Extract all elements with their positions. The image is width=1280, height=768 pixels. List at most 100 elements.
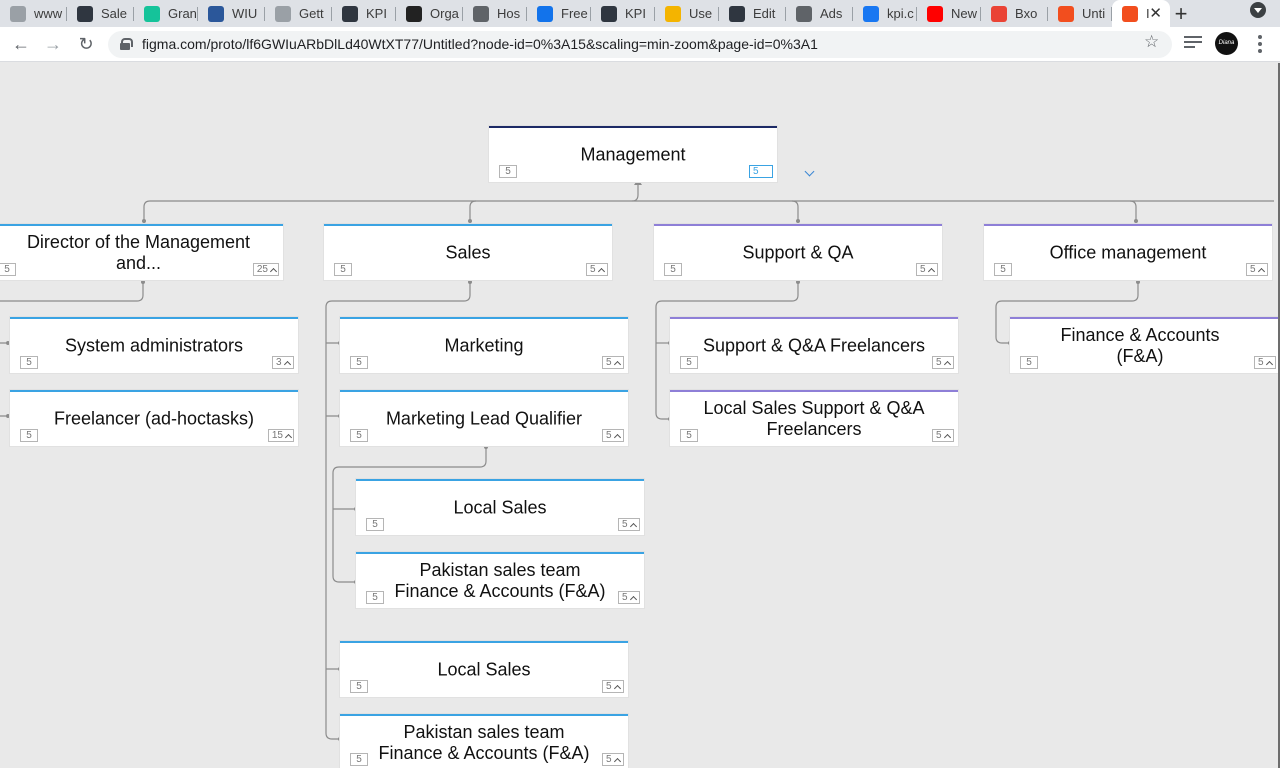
orgchart-icon <box>406 5 422 22</box>
member-count-badge: 5 <box>499 165 517 178</box>
tab-title: Unti <box>1082 6 1106 21</box>
browser-tab[interactable]: www <box>0 0 67 27</box>
org-node-pakistan-sales-team[interactable]: Pakistan sales team Finance & Accounts (… <box>340 714 628 768</box>
collapse-toggle[interactable]: 5 <box>586 263 608 276</box>
collapse-toggle[interactable]: 5 <box>932 429 954 442</box>
children-count: 15 <box>271 430 283 441</box>
chevron-up-icon <box>283 360 291 368</box>
org-node-director[interactable]: Director of the Management and... 5 25 <box>0 224 283 280</box>
member-count-badge: 5 <box>20 356 38 369</box>
member-count-badge: 5 <box>1020 356 1038 369</box>
collapse-toggle[interactable]: 5 <box>932 356 954 369</box>
chevron-up-icon <box>613 360 621 368</box>
children-count: 5 <box>1250 264 1256 275</box>
org-node-local-sales-nested[interactable]: Local Sales 5 5 <box>356 479 644 535</box>
collapse-toggle[interactable]: 5 <box>618 518 640 531</box>
org-node-root[interactable]: Management 5 5 <box>489 126 777 182</box>
tab-search-icon[interactable] <box>1250 2 1266 18</box>
chevron-up-icon <box>629 595 637 603</box>
browser-toolbar: ← → ↻ figma.com/proto/lf6GWIuARbDlLd40Wt… <box>0 27 1280 62</box>
browser-tab[interactable]: Bxo <box>981 0 1048 27</box>
generic-site-icon <box>10 5 26 22</box>
reading-list-icon[interactable] <box>1184 36 1202 50</box>
member-count-badge: 5 <box>0 263 16 276</box>
member-count-badge: 5 <box>680 429 698 442</box>
collapse-toggle[interactable]: 5 <box>602 429 624 442</box>
collapse-toggle[interactable]: 5 <box>1246 263 1268 276</box>
browser-tab[interactable]: Gran <box>134 0 198 27</box>
browser-tab[interactable]: Use <box>655 0 719 27</box>
member-count-badge: 5 <box>334 263 352 276</box>
org-node-marketing-lead-qualifier[interactable]: Marketing Lead Qualifier 5 5 <box>340 390 628 446</box>
browser-tab[interactable]: KPI <box>332 0 396 27</box>
chevron-up-icon <box>613 433 621 441</box>
collapse-toggle[interactable]: 5 <box>602 680 624 693</box>
node-title: Finance & Accounts (F&A) <box>1060 325 1220 366</box>
member-count-badge: 5 <box>350 356 368 369</box>
lock-icon[interactable] <box>120 38 133 50</box>
browser-tab[interactable]: Gett <box>265 0 332 27</box>
browser-tab[interactable]: Ads <box>786 0 853 27</box>
org-node-support-qa[interactable]: Support & QA 5 5 <box>654 224 942 280</box>
children-count-badge[interactable]: 5 <box>749 165 773 178</box>
children-count: 5 <box>753 166 759 177</box>
bookmark-star-icon[interactable]: ☆ <box>1144 32 1159 52</box>
collapse-toggle[interactable]: 5 <box>1254 356 1276 369</box>
org-node-finance-accounts[interactable]: Finance & Accounts (F&A) 5 5 <box>1010 317 1280 373</box>
member-count-badge: 5 <box>994 263 1012 276</box>
org-node-sales[interactable]: Sales 5 5 <box>324 224 612 280</box>
collapse-toggle[interactable]: 15 <box>267 429 294 442</box>
browser-tab[interactable]: WIU <box>198 0 265 27</box>
node-title: Pakistan sales team Finance & Accounts (… <box>378 722 590 763</box>
kpi-icon <box>729 5 745 22</box>
tab-title: Sale <box>101 6 128 21</box>
tab-title: Edit <box>753 6 776 21</box>
chrome-icon <box>473 5 489 22</box>
tab-title: Gett <box>299 6 324 21</box>
collapse-toggle[interactable]: 25 <box>252 263 279 276</box>
url-text[interactable]: figma.com/proto/lf6GWIuARbDlLd40WtXT77/U… <box>142 36 818 52</box>
member-count-badge: 5 <box>20 429 38 442</box>
browser-tab[interactable]: Edit <box>719 0 786 27</box>
node-title: Sales <box>445 242 491 263</box>
collapse-toggle[interactable]: 3 <box>272 356 294 369</box>
org-node-office-management[interactable]: Office management 5 5 <box>984 224 1272 280</box>
browser-tab[interactable]: Hos <box>463 0 527 27</box>
member-count-badge: 5 <box>680 356 698 369</box>
collapse-toggle[interactable]: 5 <box>916 263 938 276</box>
close-tab-icon[interactable]: ✕ <box>1149 4 1162 22</box>
profile-avatar[interactable]: Diana <box>1215 32 1238 55</box>
org-node-local-sales-support-freelancers[interactable]: Local Sales Support & Q&A Freelancers 5 … <box>670 390 958 446</box>
member-count-badge: 5 <box>350 680 368 693</box>
back-icon[interactable]: ← <box>8 31 34 57</box>
collapse-toggle[interactable]: 5 <box>602 753 624 766</box>
browser-tab[interactable]: Free <box>527 0 591 27</box>
children-count: 5 <box>606 430 612 441</box>
browser-tab[interactable]: Sale <box>67 0 134 27</box>
browser-tab[interactable]: I ✕ <box>1112 0 1170 27</box>
browser-tab[interactable]: kpi.c <box>853 0 917 27</box>
browser-menu-icon[interactable] <box>1258 35 1262 56</box>
org-node-pakistan-sales-team-nested[interactable]: Pakistan sales team Finance & Accounts (… <box>356 552 644 608</box>
browser-tab[interactable]: KPI <box>591 0 655 27</box>
node-title: System administrators <box>64 335 244 356</box>
gmail-icon <box>991 5 1007 22</box>
reload-icon[interactable]: ↻ <box>73 31 99 57</box>
tab-title: Orga <box>430 6 459 21</box>
org-node-support-qa-freelancers[interactable]: Support & Q&A Freelancers 5 5 <box>670 317 958 373</box>
new-tab-button[interactable]: + <box>1170 1 1192 27</box>
browser-tab[interactable]: Unti <box>1048 0 1112 27</box>
forward-icon[interactable]: → <box>40 31 66 57</box>
org-node-local-sales[interactable]: Local Sales 5 5 <box>340 641 628 697</box>
chevron-up-icon <box>613 757 621 765</box>
children-count: 5 <box>606 681 612 692</box>
collapse-toggle[interactable]: 5 <box>602 356 624 369</box>
org-node-system-administrators[interactable]: System administrators 5 3 <box>10 317 298 373</box>
children-count: 5 <box>606 357 612 368</box>
collapse-toggle[interactable]: 5 <box>618 591 640 604</box>
address-bar[interactable]: figma.com/proto/lf6GWIuARbDlLd40WtXT77/U… <box>108 31 1172 58</box>
org-node-freelancer[interactable]: Freelancer (ad-hoctasks) 5 15 <box>10 390 298 446</box>
org-node-marketing[interactable]: Marketing 5 5 <box>340 317 628 373</box>
browser-tab[interactable]: Orga <box>396 0 463 27</box>
browser-tab[interactable]: New <box>917 0 981 27</box>
